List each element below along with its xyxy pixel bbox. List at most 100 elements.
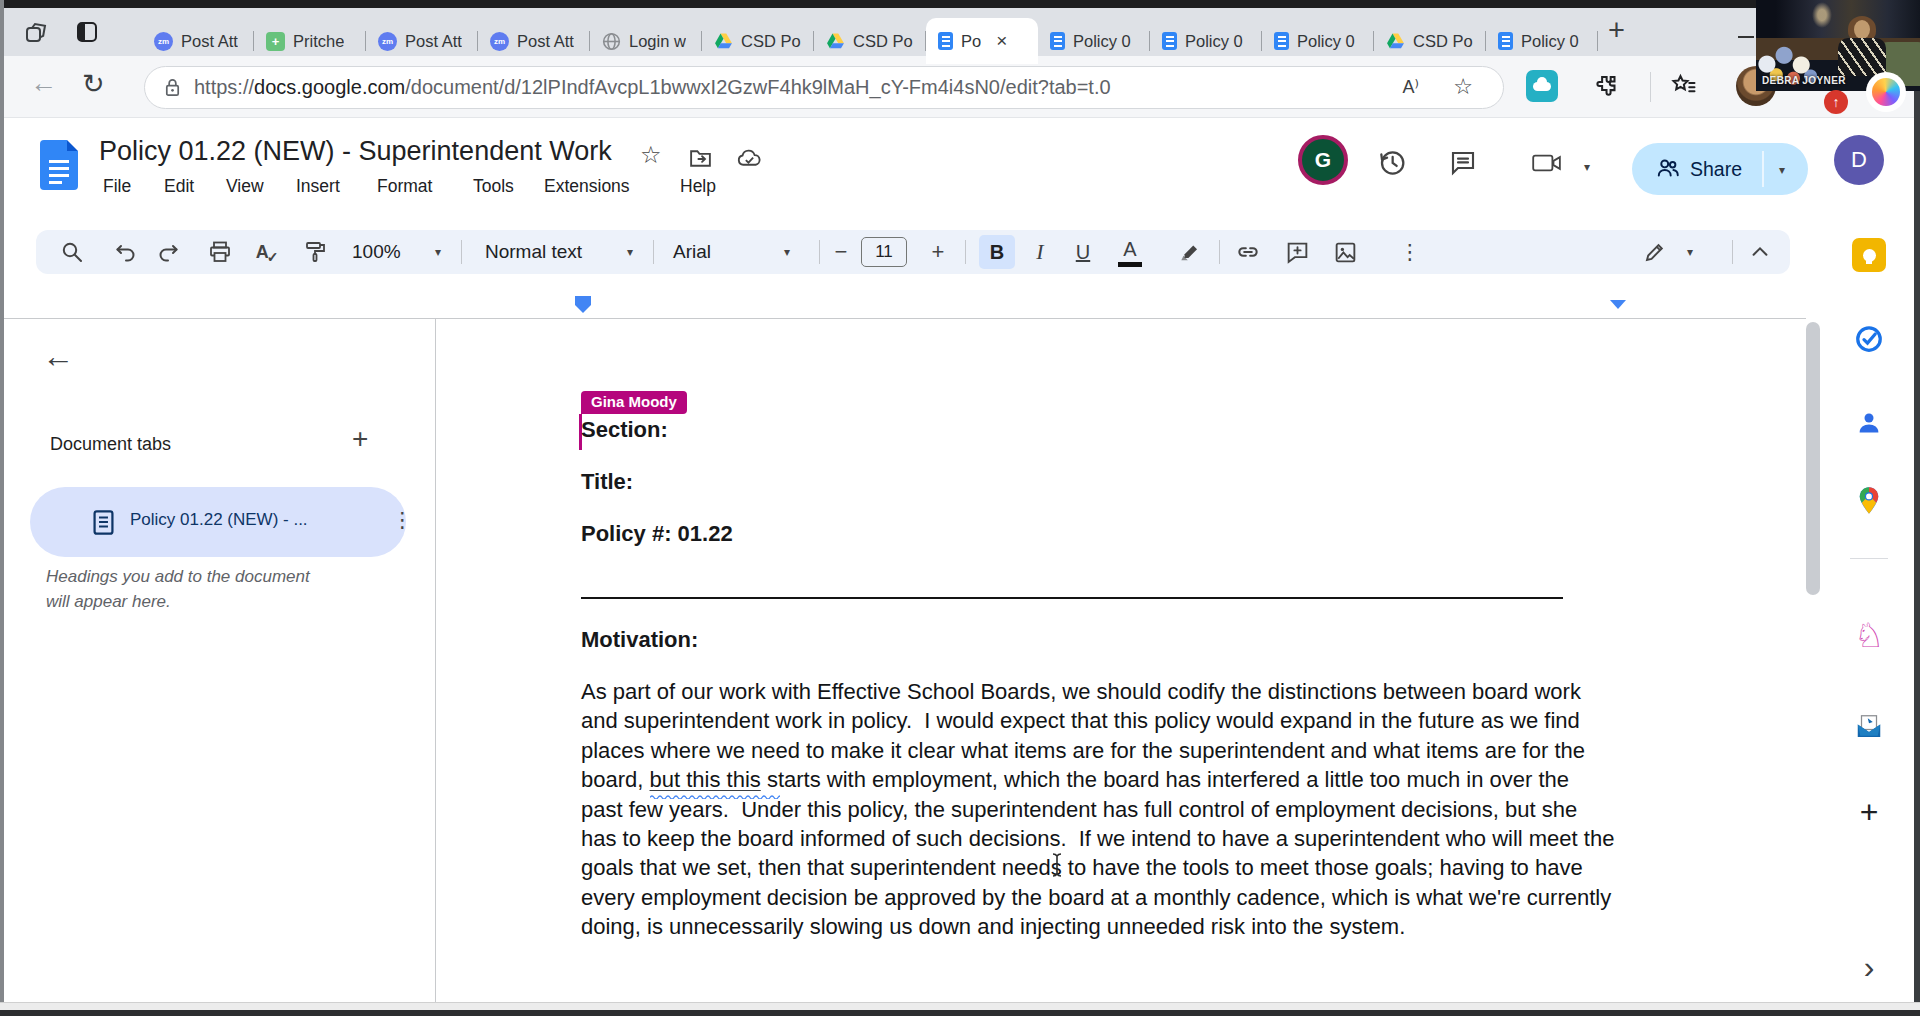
menu-tools[interactable]: Tools [473,176,514,197]
search-menus-icon[interactable] [58,230,86,274]
insert-image-icon[interactable] [1331,230,1359,274]
menu-view[interactable]: View [226,176,264,197]
tab-label: Policy 0 [1185,32,1243,51]
scrollbar-thumb[interactable] [1806,322,1820,595]
italic-button[interactable]: I [1026,230,1054,274]
back-icon[interactable]: ← [30,68,57,99]
close-sidebar-icon[interactable]: ← [42,338,74,375]
editing-mode-icon[interactable] [1641,230,1669,274]
menu-extensions[interactable]: Extensions [544,176,630,197]
zoom-level[interactable]: 100% [352,230,401,274]
docs-logo-icon[interactable] [40,140,78,190]
menu-format[interactable]: Format [377,176,432,197]
read-aloud-icon[interactable]: A⁾ [1403,76,1419,98]
new-tab-button[interactable]: + [1608,14,1625,47]
keep-icon[interactable] [1852,238,1886,272]
collaborator-avatar[interactable]: G [1298,135,1348,185]
toolbar-overflow-icon[interactable]: ⋮ [1396,230,1424,274]
menu-insert[interactable]: Insert [296,176,340,197]
contacts-icon[interactable] [1852,406,1886,440]
doc-heading-policy[interactable]: Policy #: 01.22 [581,521,733,547]
star-document-icon[interactable]: ☆ [640,141,662,169]
right-indent-marker[interactable] [1610,300,1626,309]
styles-caret-icon[interactable]: ▾ [616,230,644,274]
expand-rail-icon[interactable]: › [1852,950,1886,984]
favorites-list-icon[interactable] [1670,72,1698,104]
add-panel-icon[interactable]: + [1852,795,1886,829]
doc-heading-title[interactable]: Title: [581,469,633,495]
reload-icon[interactable]: ↻ [82,68,105,100]
menu-edit[interactable]: Edit [164,176,194,197]
mail-extension-icon[interactable] [1852,710,1886,744]
share-dropdown-caret-icon[interactable]: ▾ [1779,163,1785,177]
menu-file[interactable]: File [103,176,131,197]
version-history-icon[interactable] [1376,147,1408,183]
paragraph-line[interactable]: doing, is unnecessarily slowing us down … [581,914,1405,940]
tab-actions-icon[interactable] [76,21,98,47]
collapse-toolbar-icon[interactable] [1746,230,1774,274]
spellcheck-icon[interactable]: A✓ [253,230,281,274]
cloud-extension-icon[interactable] [1526,70,1558,102]
document-tab-item[interactable]: Policy 01.22 (NEW) - ... ⋮ [30,487,406,557]
paragraph-line[interactable]: board, but this this starts with employm… [581,767,1569,793]
docs-header: Policy 01.22 (NEW) - Superintendent Work… [4,119,1828,228]
close-tab-icon[interactable]: × [996,30,1007,52]
tasks-icon[interactable] [1852,322,1886,356]
tab-label: CSD Po [741,32,801,51]
unicorn-extension-icon[interactable]: ♘ [1852,618,1886,652]
paragraph-line[interactable]: goals that we set, then that superintend… [581,855,1583,881]
camera-dropdown-caret-icon[interactable]: ▾ [1584,160,1590,174]
font-caret-icon[interactable]: ▾ [773,230,801,274]
add-comment-icon[interactable] [1283,230,1311,274]
workspaces-icon[interactable] [24,20,49,49]
share-label: Share [1690,158,1742,181]
paragraph-line[interactable]: past few years. Under this policy, the s… [581,797,1577,823]
move-folder-icon[interactable] [688,146,713,175]
paragraph-line[interactable]: As part of our work with Effective Schoo… [581,679,1581,705]
increase-font-icon[interactable]: + [924,230,952,274]
document-title[interactable]: Policy 01.22 (NEW) - Superintendent Work [99,136,612,167]
comments-icon[interactable] [1448,148,1478,182]
tab-options-icon[interactable]: ⋮ [392,508,413,532]
mode-caret-icon[interactable]: ▾ [1676,230,1704,274]
paint-format-icon[interactable] [302,230,330,274]
bold-button[interactable]: B [979,235,1015,269]
browser-profile-avatar[interactable]: D [1834,135,1884,185]
paragraph-style-select[interactable]: Normal text [485,230,582,274]
add-tab-icon[interactable]: + [352,423,368,455]
font-size-value[interactable]: 11 [861,237,907,267]
share-people-icon [1654,155,1682,185]
insert-link-icon[interactable] [1234,230,1262,274]
share-button[interactable]: Share ▾ [1632,143,1808,195]
redo-icon[interactable] [154,230,182,274]
paragraph-line[interactable]: every employment decision be approved by… [581,885,1611,911]
address-bar[interactable]: https://docs.google.com/document/d/12lPI… [144,66,1504,109]
maps-icon[interactable] [1852,484,1886,518]
favorite-star-icon[interactable]: ☆ [1453,74,1473,100]
doc-heading-section[interactable]: Section: [581,417,668,443]
minimize-button[interactable] [1738,36,1754,38]
left-indent-marker[interactable] [575,296,591,305]
paragraph-line[interactable]: has to keep the board informed of such d… [581,826,1614,852]
tab-label: Post Att [517,32,574,51]
font-select[interactable]: Arial [673,230,711,274]
copilot-icon[interactable] [1866,72,1906,112]
extensions-puzzle-icon[interactable] [1592,72,1619,103]
doc-heading-motivation[interactable]: Motivation: [581,627,698,653]
zoom-caret-icon[interactable]: ▾ [424,230,452,274]
doc-tab-label: Policy 01.22 (NEW) - ... [130,510,308,530]
cloud-status-icon[interactable] [736,146,763,175]
paragraph-line[interactable]: and superintendent work in policy. I wou… [581,708,1580,734]
meet-camera-icon[interactable] [1530,149,1562,181]
undo-icon[interactable] [112,230,140,274]
menu-help[interactable]: Help [680,176,716,197]
doc-tab-icon [90,508,117,541]
paragraph-line[interactable]: places where we need to make it clear wh… [581,738,1585,764]
text-color-button[interactable]: A [1118,237,1142,267]
highlight-color-icon[interactable] [1176,230,1204,274]
underline-button[interactable]: U [1069,230,1097,274]
print-icon[interactable] [206,230,234,274]
decrease-font-icon[interactable]: − [827,230,855,274]
notification-badge-icon[interactable]: ↑ [1824,90,1848,114]
browser-tab[interactable]: Po× [926,18,1038,64]
